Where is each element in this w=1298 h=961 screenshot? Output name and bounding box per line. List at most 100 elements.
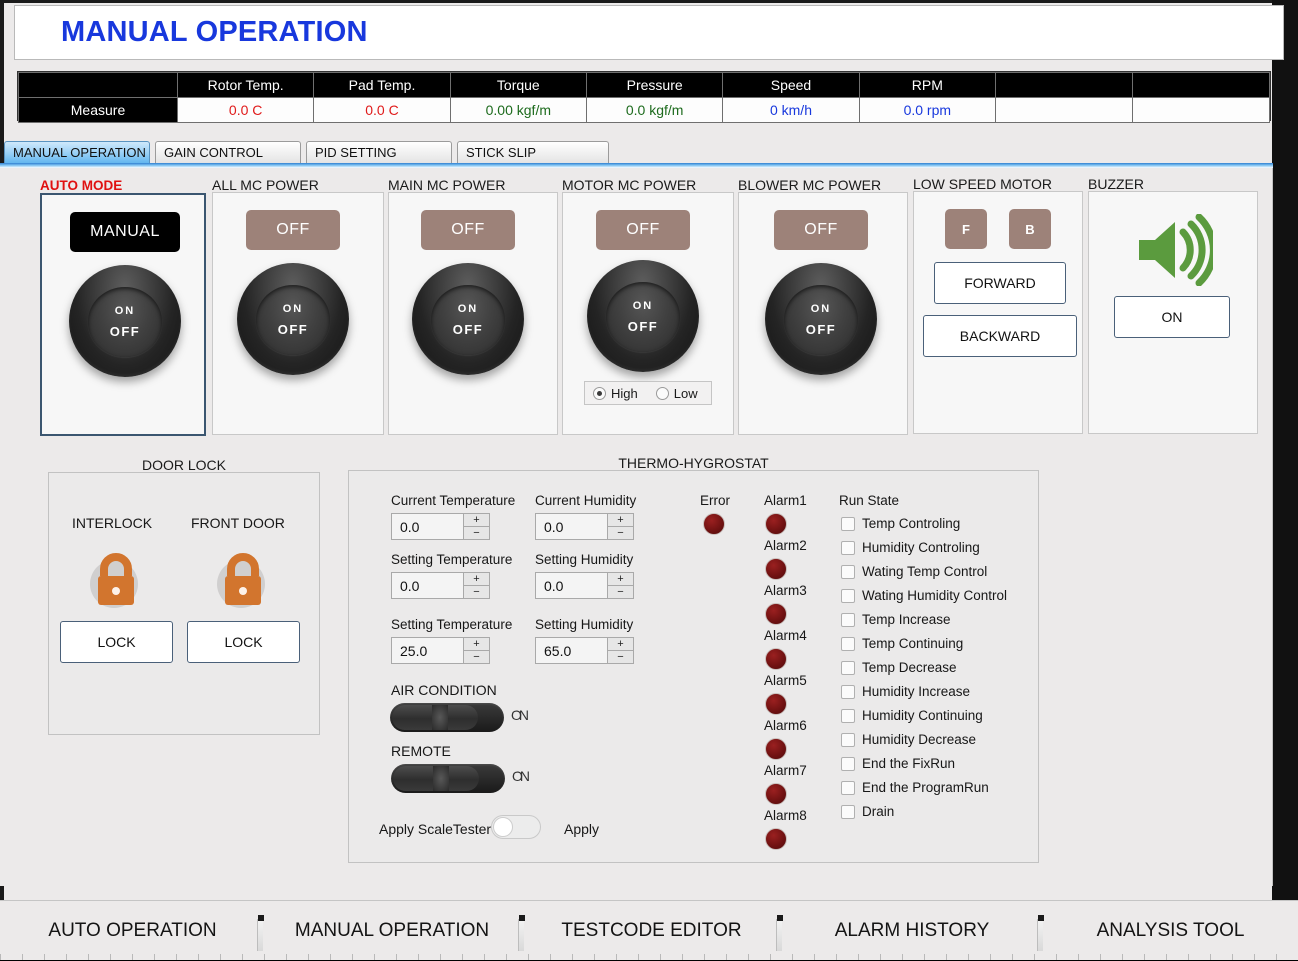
setting-humidity-1-increment[interactable]: +: [608, 573, 633, 586]
run-state-item-temp-increase[interactable]: Temp Increase: [841, 612, 951, 627]
blower-mc-power-state-button[interactable]: OFF: [774, 210, 868, 250]
setting-humidity-value-2[interactable]: 65.0: [536, 638, 607, 663]
all-mc-power-knob[interactable]: ON OFF: [237, 263, 349, 375]
current-temperature-decrement[interactable]: −: [464, 527, 489, 539]
checkbox-humidity-increase-icon[interactable]: [841, 685, 855, 699]
panel-auto-mode-box: MANUAL ON OFF: [40, 193, 206, 436]
alarm5-lamp: [765, 693, 787, 715]
run-state-item-humidity-continuing[interactable]: Humidity Continuing: [841, 708, 983, 723]
setting-temperature-2-decrement[interactable]: −: [464, 651, 489, 663]
main-mc-power-knob-inner: ON OFF: [431, 285, 505, 354]
tab-stick-slip[interactable]: STICK SLIP: [457, 141, 609, 163]
checkbox-end-the-programrun-icon[interactable]: [841, 781, 855, 795]
run-state-item-wating-temp-control[interactable]: Wating Temp Control: [841, 564, 987, 579]
setting-humidity-spinner-1[interactable]: 0.0 +−: [535, 572, 634, 599]
low-speed-motor-backward-button[interactable]: BACKWARD: [923, 315, 1077, 357]
remote-label: REMOTE: [391, 743, 451, 759]
checkbox-wating-humidity-control-icon[interactable]: [841, 589, 855, 603]
checkbox-temp-decrease-icon[interactable]: [841, 661, 855, 675]
motor-speed-option-high[interactable]: High: [593, 386, 638, 401]
current-humidity-increment[interactable]: +: [608, 514, 633, 527]
setting-temperature-spinner-2[interactable]: 25.0 +−: [391, 637, 490, 664]
nav-separator-1: [257, 919, 263, 951]
run-state-item-end-the-programrun[interactable]: End the ProgramRun: [841, 780, 989, 795]
current-humidity-spinner[interactable]: 0.0 +−: [535, 513, 634, 540]
setting-temperature-2-increment[interactable]: +: [464, 638, 489, 651]
checkbox-temp-continuing-icon[interactable]: [841, 637, 855, 651]
checkbox-temp-controling-icon[interactable]: [841, 517, 855, 531]
checkbox-temp-increase-icon[interactable]: [841, 613, 855, 627]
setting-humidity-spinner-2[interactable]: 65.0 +−: [535, 637, 634, 664]
all-mc-power-knob-inner: ON OFF: [256, 285, 330, 354]
run-state-item-humidity-increase[interactable]: Humidity Increase: [841, 684, 970, 699]
setting-temperature-1-decrement[interactable]: −: [464, 586, 489, 598]
run-state-item-end-the-fixrun[interactable]: End the FixRun: [841, 756, 955, 771]
checkbox-humidity-controling-icon[interactable]: [841, 541, 855, 555]
remote-toggle[interactable]: [391, 764, 505, 793]
setting-temperature-value-2[interactable]: 25.0: [392, 638, 463, 663]
tab-gain-control[interactable]: GAIN CONTROL: [155, 141, 301, 163]
apply-button[interactable]: Apply: [564, 821, 599, 837]
run-state-item-temp-controling[interactable]: Temp Controling: [841, 516, 960, 531]
run-state-item-temp-continuing[interactable]: Temp Continuing: [841, 636, 963, 651]
all-mc-power-state-button[interactable]: OFF: [246, 210, 340, 250]
main-mc-power-knob[interactable]: ON OFF: [412, 263, 524, 375]
current-humidity-decrement[interactable]: −: [608, 527, 633, 539]
setting-humidity-2-decrement[interactable]: −: [608, 651, 633, 663]
current-temperature-spinner[interactable]: 0.0 +−: [391, 513, 490, 540]
auto-mode-knob-inner: ON OFF: [88, 287, 162, 356]
nav-analysis-tool[interactable]: ANALYSIS TOOL: [1048, 901, 1293, 961]
window-top-edge: [0, 0, 1298, 3]
air-condition-toggle[interactable]: [390, 703, 504, 732]
tab-pid-setting[interactable]: PID SETTING: [306, 141, 452, 163]
buzzer-on-button[interactable]: ON: [1114, 296, 1230, 338]
auto-mode-knob[interactable]: ON OFF: [69, 265, 181, 377]
apply-scaletester-toggle[interactable]: [491, 815, 541, 839]
tab-manual-operation[interactable]: MANUAL OPERATION: [4, 141, 150, 163]
nav-manual-operation[interactable]: MANUAL OPERATION: [268, 901, 516, 961]
title-bar: MANUAL OPERATION: [14, 5, 1284, 60]
low-speed-motor-f-button[interactable]: F: [945, 209, 987, 249]
nav-alarm-history[interactable]: ALARM HISTORY: [788, 901, 1036, 961]
setting-humidity-1-decrement[interactable]: −: [608, 586, 633, 598]
panel-all-mc-power: ALL MC POWER OFF ON OFF: [212, 177, 384, 435]
run-state-label-7: Humidity Increase: [862, 684, 970, 699]
low-speed-motor-forward-button[interactable]: FORWARD: [934, 262, 1066, 304]
front-door-lock-button[interactable]: LOCK: [187, 621, 300, 663]
panel-buzzer: BUZZER ON: [1088, 176, 1258, 434]
checkbox-drain-icon[interactable]: [841, 805, 855, 819]
setting-temperature-label-1: Setting Temperature: [391, 552, 512, 567]
main-mc-power-state-button[interactable]: OFF: [421, 210, 515, 250]
run-state-item-wating-humidity-control[interactable]: Wating Humidity Control: [841, 588, 1007, 603]
auto-mode-state-button[interactable]: MANUAL: [70, 212, 180, 252]
motor-mc-power-state-button[interactable]: OFF: [596, 210, 690, 250]
checkbox-end-the-fixrun-icon[interactable]: [841, 757, 855, 771]
motor-speed-option-low[interactable]: Low: [656, 386, 698, 401]
interlock-lock-button[interactable]: LOCK: [60, 621, 173, 663]
setting-humidity-2-increment[interactable]: +: [608, 638, 633, 651]
setting-temperature-1-increment[interactable]: +: [464, 573, 489, 586]
low-speed-motor-b-button[interactable]: B: [1009, 209, 1051, 249]
nav-auto-operation[interactable]: AUTO OPERATION: [10, 901, 255, 961]
checkbox-humidity-continuing-icon[interactable]: [841, 709, 855, 723]
current-temperature-increment[interactable]: +: [464, 514, 489, 527]
motor-speed-low-label: Low: [674, 386, 698, 401]
current-temperature-value[interactable]: 0.0: [392, 514, 463, 539]
air-condition-state: ON: [511, 707, 526, 723]
setting-humidity-value-1[interactable]: 0.0: [536, 573, 607, 598]
current-humidity-value[interactable]: 0.0: [536, 514, 607, 539]
blower-mc-power-knob[interactable]: ON OFF: [765, 263, 877, 375]
alarm6-label: Alarm6: [764, 718, 807, 733]
setting-temperature-spinner-1[interactable]: 0.0 +−: [391, 572, 490, 599]
setting-temperature-value-1[interactable]: 0.0: [392, 573, 463, 598]
run-state-item-temp-decrease[interactable]: Temp Decrease: [841, 660, 957, 675]
run-state-item-humidity-decrease[interactable]: Humidity Decrease: [841, 732, 976, 747]
run-state-item-humidity-controling[interactable]: Humidity Controling: [841, 540, 980, 555]
motor-mc-power-knob[interactable]: ON OFF: [587, 260, 699, 372]
checkbox-wating-temp-control-icon[interactable]: [841, 565, 855, 579]
measure-value-rotor-temp: 0.0 C: [178, 98, 314, 123]
panel-main-mc-power-title: MAIN MC POWER: [388, 177, 558, 193]
run-state-item-drain[interactable]: Drain: [841, 804, 894, 819]
checkbox-humidity-decrease-icon[interactable]: [841, 733, 855, 747]
nav-testcode-editor[interactable]: TESTCODE EDITOR: [529, 901, 774, 961]
